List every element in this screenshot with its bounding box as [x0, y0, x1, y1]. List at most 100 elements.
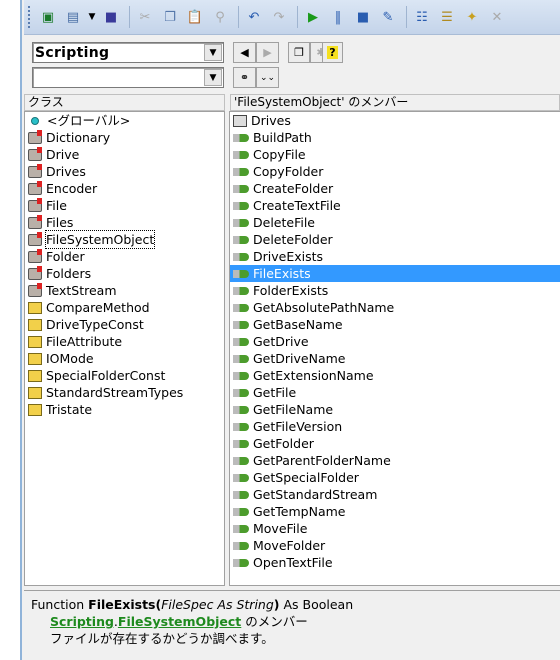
members-item[interactable]: GetSpecialFolder [230, 469, 560, 486]
classes-item[interactable]: FileAttribute [25, 333, 224, 350]
search-combo[interactable]: ▼ [32, 67, 224, 88]
break-icon[interactable]: ‖ [327, 6, 349, 28]
members-item[interactable]: GetStandardStream [230, 486, 560, 503]
copy-to-clipboard-button[interactable]: ❐ [288, 42, 310, 63]
members-item[interactable]: GetExtensionName [230, 367, 560, 384]
dropdown-icon[interactable]: ▼ [87, 6, 97, 28]
members-item[interactable]: GetBaseName [230, 316, 560, 333]
classes-item[interactable]: TextStream [25, 282, 224, 299]
classes-item[interactable]: <グローバル> [25, 112, 224, 129]
members-item[interactable]: FileExists [230, 265, 560, 282]
help-button[interactable]: ? [322, 42, 343, 63]
userform-icon[interactable]: ▤ [62, 6, 84, 28]
members-item[interactable]: Drives [230, 112, 560, 129]
copy-icon: ❐ [294, 46, 304, 59]
reset-icon[interactable]: ■ [352, 6, 374, 28]
classes-label: FileSystemObject [44, 230, 156, 249]
properties-icon[interactable]: ☰ [436, 6, 458, 28]
members-item[interactable]: DeleteFile [230, 214, 560, 231]
object-browser-icon[interactable]: ✦ [461, 6, 483, 28]
find-icon[interactable]: ⚲ [209, 6, 231, 28]
members-item[interactable]: OpenTextFile [230, 554, 560, 571]
save-icon[interactable]: ■ [100, 6, 122, 28]
classes-list[interactable]: <グローバル> Dictionary Drive Drives Encoder File F… [24, 111, 225, 586]
classes-item[interactable]: SpecialFolderConst [25, 367, 224, 384]
members-header: 'FileSystemObject' のメンバー [230, 94, 560, 111]
excel-icon[interactable]: ▣ [37, 6, 59, 28]
members-item[interactable]: GetAbsolutePathName [230, 299, 560, 316]
members-item[interactable]: GetTempName [230, 503, 560, 520]
toolbox-icon[interactable]: ✕ [486, 6, 508, 28]
enum-icon [28, 403, 42, 416]
classes-item[interactable]: File [25, 197, 224, 214]
members-item[interactable]: GetFile [230, 384, 560, 401]
members-item[interactable]: BuildPath [230, 129, 560, 146]
forward-button[interactable]: ▶ [256, 42, 279, 63]
method-icon [233, 303, 249, 312]
members-item[interactable]: MoveFolder [230, 537, 560, 554]
classes-label: Drive [46, 147, 80, 162]
classes-item[interactable]: Tristate [25, 401, 224, 418]
classes-item[interactable]: IOMode [25, 350, 224, 367]
members-label: GetFileName [253, 402, 334, 417]
class-icon [28, 231, 42, 246]
classes-label: <グローバル> [47, 113, 131, 128]
chevron-down-icon[interactable]: ▼ [204, 69, 222, 86]
toolbar-separator [238, 6, 239, 28]
members-item[interactable]: GetDriveName [230, 350, 560, 367]
classes-item[interactable]: Dictionary [25, 129, 224, 146]
show-search-results-button[interactable]: ⌄⌄ [256, 67, 279, 88]
method-icon [233, 235, 249, 244]
search-button[interactable]: ⚭ [233, 67, 256, 88]
toolbar-grip[interactable] [28, 6, 31, 28]
classes-item[interactable]: Folder [25, 248, 224, 265]
members-item[interactable]: CreateFolder [230, 180, 560, 197]
members-item[interactable]: GetFileName [230, 401, 560, 418]
run-icon[interactable]: ▶ [302, 6, 324, 28]
cut-icon[interactable]: ✂ [134, 6, 156, 28]
members-list[interactable]: Drives BuildPath CopyFile CopyFolder CreateF… [229, 111, 560, 586]
classes-item[interactable]: Encoder [25, 180, 224, 197]
paste-icon[interactable]: 📋 [184, 6, 206, 28]
chevron-down-icon[interactable]: ▼ [204, 44, 222, 61]
classes-item[interactable]: StandardStreamTypes [25, 384, 224, 401]
class-icon [28, 180, 42, 195]
members-item[interactable]: DeleteFolder [230, 231, 560, 248]
undo-icon[interactable]: ↶ [243, 6, 265, 28]
classes-item[interactable]: DriveTypeConst [25, 316, 224, 333]
method-icon [233, 150, 249, 159]
members-item[interactable]: CopyFile [230, 146, 560, 163]
classes-item[interactable]: Files [25, 214, 224, 231]
classes-item[interactable]: CompareMethod [25, 299, 224, 316]
members-item[interactable]: CopyFolder [230, 163, 560, 180]
class-link[interactable]: FileSystemObject [118, 614, 241, 629]
design-mode-icon[interactable]: ✎ [377, 6, 399, 28]
toolbar-separator [129, 6, 130, 28]
project-explorer-icon[interactable]: ☷ [411, 6, 433, 28]
classes-label: SpecialFolderConst [46, 368, 166, 383]
library-link[interactable]: Scripting [50, 614, 114, 629]
member-of-line: Scripting.FileSystemObject のメンバー [31, 613, 553, 630]
members-item[interactable]: CreateTextFile [230, 197, 560, 214]
members-label: DriveExists [253, 249, 324, 264]
method-icon [233, 405, 249, 414]
copy-icon[interactable]: ❐ [159, 6, 181, 28]
members-item[interactable]: MoveFile [230, 520, 560, 537]
method-icon [233, 320, 249, 329]
classes-item[interactable]: Drive [25, 146, 224, 163]
members-item[interactable]: GetFolder [230, 435, 560, 452]
classes-item[interactable]: Folders [25, 265, 224, 282]
classes-label: TextStream [46, 283, 117, 298]
members-item[interactable]: GetDrive [230, 333, 560, 350]
back-button[interactable]: ◀ [233, 42, 256, 63]
members-item[interactable]: FolderExists [230, 282, 560, 299]
redo-icon[interactable]: ↷ [268, 6, 290, 28]
members-label: GetFolder [253, 436, 314, 451]
members-item[interactable]: GetFileVersion [230, 418, 560, 435]
classes-item[interactable]: Drives [25, 163, 224, 180]
members-item[interactable]: DriveExists [230, 248, 560, 265]
library-combo[interactable]: Scripting ▼ [32, 42, 224, 63]
members-label: GetDriveName [253, 351, 346, 366]
members-item[interactable]: GetParentFolderName [230, 452, 560, 469]
classes-item[interactable]: FileSystemObject [25, 230, 224, 249]
